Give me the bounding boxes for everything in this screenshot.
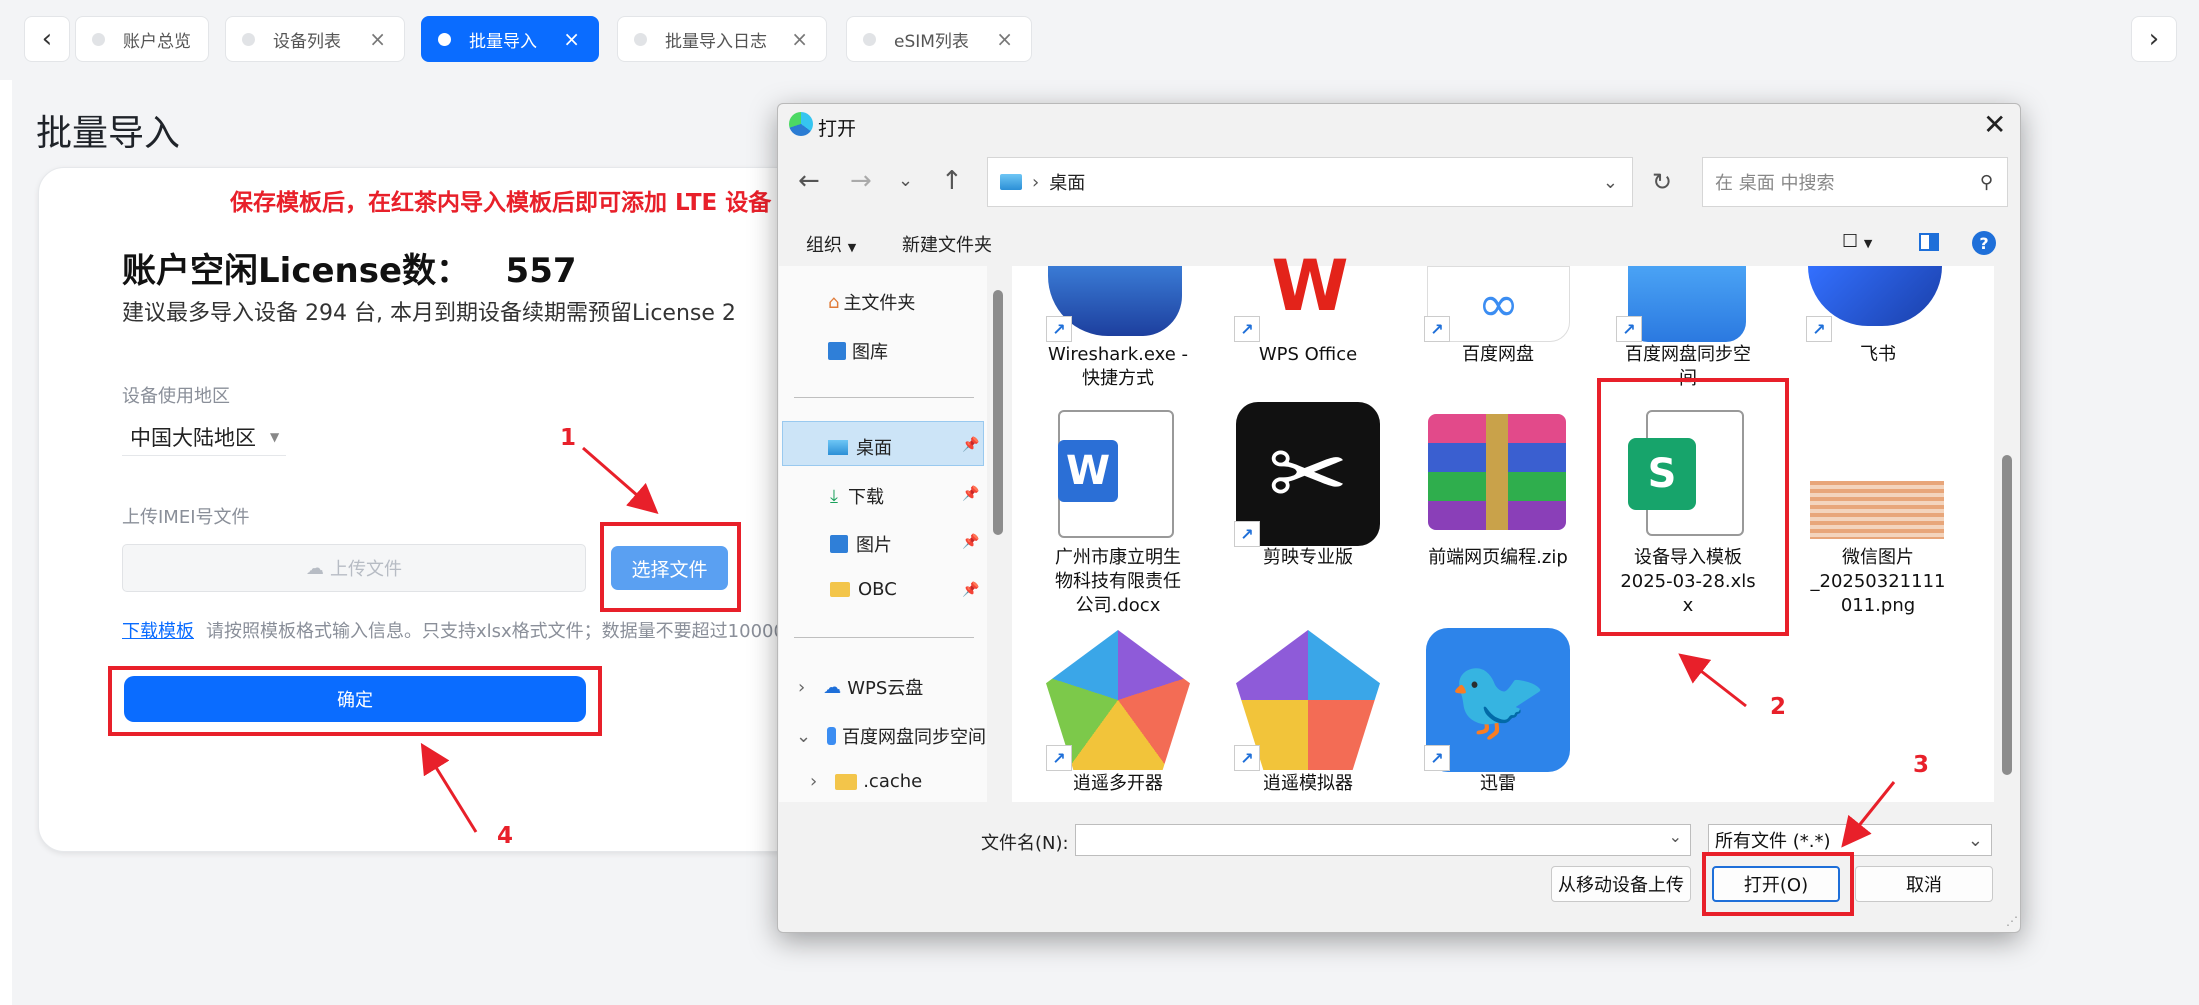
arrow-3 (1841, 781, 1896, 848)
arrow-4 (420, 742, 478, 833)
arrow-1 (582, 446, 659, 514)
arrow-2 (1678, 653, 1747, 708)
annotation-arrows (420, 446, 1896, 848)
